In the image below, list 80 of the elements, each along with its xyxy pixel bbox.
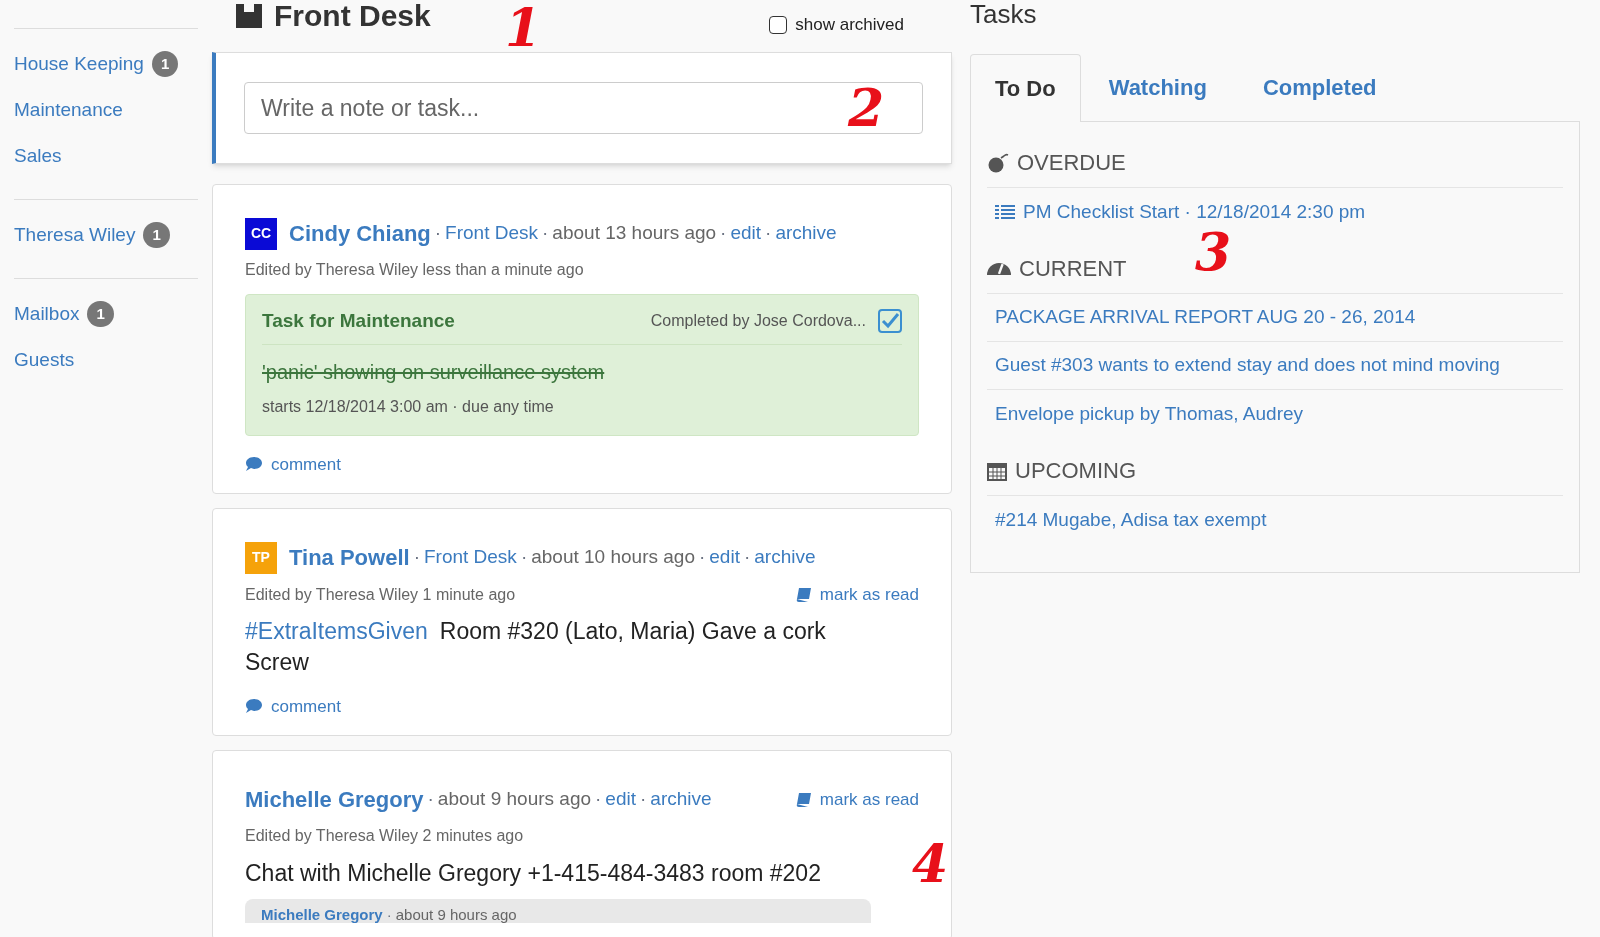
tab[interactable]: Watching (1080, 53, 1235, 121)
separator-dot: · (427, 787, 434, 812)
annotation-number: 1 (505, 2, 542, 54)
post-time: about 10 hours ago (531, 545, 695, 570)
sidebar-item[interactable]: Theresa Wiley 1 (14, 212, 198, 258)
author-link[interactable]: Michelle Gregory (245, 783, 424, 816)
post-time: about 9 hours ago (437, 787, 592, 812)
section-heading: OVERDUE (1017, 149, 1126, 177)
completed-by: Completed by Jose Cordova... (650, 311, 866, 332)
section-heading: CURRENT (1019, 255, 1127, 283)
separator-dot: · (765, 221, 772, 246)
tab[interactable]: To Do (970, 54, 1081, 122)
action-link[interactable]: edit (709, 543, 740, 572)
count-badge: 1 (87, 300, 114, 328)
edited-note: Edited by Theresa Wiley 1 minute ago (245, 584, 516, 605)
sidebar-item[interactable]: Maintenance (14, 87, 198, 133)
task-link[interactable]: PACKAGE ARRIVAL REPORT AUG 20 - 26, 2014 (987, 294, 1563, 342)
action-link[interactable]: archive (775, 219, 837, 248)
comment-link[interactable]: comment (245, 693, 341, 719)
separator-dot: · (698, 545, 706, 570)
sidebar-item[interactable]: Guests (14, 337, 198, 383)
task-checkbox[interactable] (878, 309, 902, 334)
separator-dot: · (720, 221, 727, 246)
archive-checkbox[interactable] (769, 15, 788, 34)
bomb-icon (987, 152, 1009, 173)
author-link[interactable]: Michelle Gregory (261, 906, 383, 923)
action-link[interactable]: archive (754, 543, 816, 572)
sidebar-item[interactable]: Mailbox 1 (14, 291, 198, 337)
post-time: about 9 hours ago (395, 906, 517, 923)
action-link[interactable]: edit (730, 219, 762, 248)
annotation-number: 3 (1195, 226, 1232, 278)
task-link[interactable]: Guest #303 wants to extend stay and does not mind moving (987, 342, 1563, 390)
count-badge: 1 (151, 50, 179, 78)
book-icon (795, 792, 812, 807)
book-icon (795, 587, 812, 602)
section-heading: UPCOMING (1015, 457, 1136, 485)
task-text: 'panic' showing on surveillance system (262, 359, 606, 385)
edited-note: Edited by Theresa Wiley less than a minute ago (245, 260, 584, 280)
separator-dot: · (434, 221, 442, 246)
post-time: about 13 hours ago (552, 221, 717, 246)
separator-dot: · (413, 545, 420, 570)
separator-dot: · (640, 787, 647, 812)
task-meta: starts 12/18/2014 3:00 am · due any time (262, 396, 555, 417)
author-link[interactable]: Tina Powell (289, 541, 410, 574)
annotation-number: 2 (848, 82, 885, 134)
avatar: CC (245, 217, 277, 250)
speech-bubble-icon (245, 698, 263, 715)
separator-dot: · (743, 545, 751, 570)
count-badge: 1 (143, 221, 170, 249)
group-link[interactable]: Front Desk (445, 219, 539, 248)
mark-read-link[interactable]: mark as read (795, 582, 919, 608)
group-link[interactable]: Front Desk (423, 543, 517, 572)
action-link[interactable]: edit (605, 785, 636, 814)
sidebar-item[interactable]: House Keeping 1 (14, 41, 198, 87)
annotation-number: 4 (912, 838, 949, 890)
comment-link[interactable]: comment (245, 451, 341, 477)
author-link[interactable]: Cindy Chiang (289, 217, 431, 250)
edited-note: Edited by Theresa Wiley 2 minutes ago (245, 826, 524, 846)
separator-dot: · (386, 906, 392, 923)
task-title: Task for Maintenance (262, 309, 455, 333)
action-link[interactable]: archive (650, 785, 712, 814)
building-icon (236, 4, 262, 28)
separator-dot: · (520, 545, 528, 570)
hashtag-link[interactable]: #ExtraItemsGiven (245, 617, 428, 644)
calendar-icon (987, 460, 1007, 481)
speech-bubble-icon (245, 456, 263, 473)
separator-dot: · (542, 221, 549, 246)
tab[interactable]: Completed (1234, 53, 1405, 121)
tasks-title: Tasks (970, 1, 1037, 27)
separator-dot: · (595, 787, 602, 812)
page-title: Front Desk (236, 1, 431, 31)
avatar: TP (245, 541, 277, 574)
checkbox-label: show archived (795, 14, 904, 36)
task-link[interactable]: Envelope pickup by Thomas, Audrey (987, 390, 1563, 438)
gauge-icon (987, 262, 1011, 275)
post-text: #ExtraItemsGiven Room #320 (Lato, Maria) Gave a cork Screw (245, 616, 827, 677)
task-link[interactable]: #214 Mugabe, Adisa tax exempt (987, 496, 1563, 544)
sidebar-item[interactable]: Sales (14, 133, 198, 179)
mark-read-link[interactable]: mark as read (795, 786, 919, 813)
post-text: Chat with Michelle Gregory +1-415-484-3483 room #202 (245, 859, 822, 888)
